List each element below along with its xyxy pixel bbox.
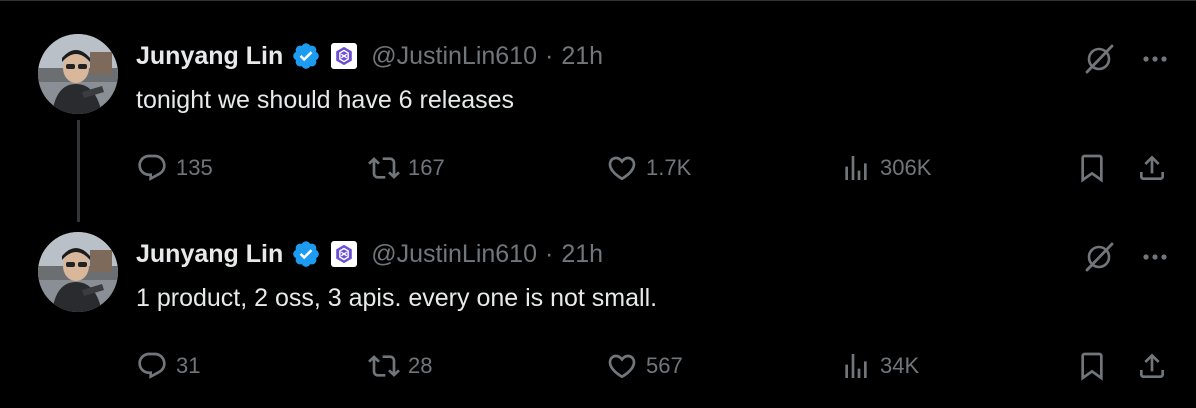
like-button[interactable]: 567 [606, 348, 683, 384]
more-options-icon[interactable] [1138, 242, 1172, 272]
timestamp[interactable]: 21h [561, 42, 603, 71]
like-count: 567 [646, 353, 683, 378]
top-divider [0, 0, 1196, 1]
grok-icon[interactable] [1082, 240, 1116, 274]
share-button[interactable] [1136, 348, 1168, 384]
views-chart-icon [845, 354, 867, 378]
more-options-icon[interactable] [1138, 44, 1172, 74]
user-handle[interactable]: @JustinLin610 [371, 42, 537, 71]
like-button[interactable]: 1.7K [606, 150, 691, 186]
share-icon [1140, 353, 1164, 378]
avatar[interactable] [38, 34, 118, 114]
heart-icon [608, 354, 636, 379]
verified-badge-icon[interactable] [291, 239, 321, 269]
reply-icon [138, 154, 166, 181]
qwen-logo-icon[interactable] [331, 241, 358, 267]
like-count: 1.7K [646, 155, 692, 180]
repost-icon [368, 355, 400, 377]
avatar[interactable] [38, 232, 118, 312]
views-button[interactable]: 306K [840, 150, 931, 186]
reply-count: 135 [176, 155, 213, 180]
separator-dot: · [545, 41, 554, 70]
bookmark-button[interactable] [1076, 150, 1108, 186]
views-chart-icon [845, 156, 867, 180]
reply-count: 31 [176, 353, 201, 378]
repost-button[interactable]: 28 [368, 348, 432, 384]
separator-dot: · [545, 239, 554, 268]
tweet-text: tonight we should have 6 releases [136, 86, 515, 114]
bookmark-icon [1081, 154, 1103, 183]
repost-icon [368, 157, 400, 179]
user-handle[interactable]: @JustinLin610 [371, 240, 537, 269]
tweet-header: Junyang Lin @JustinLin610 · 21h [136, 236, 603, 272]
repost-count: 28 [408, 353, 433, 378]
bookmark-icon [1081, 352, 1103, 381]
grok-icon[interactable] [1082, 42, 1116, 76]
qwen-logo-icon[interactable] [331, 43, 358, 69]
heart-icon [608, 156, 636, 181]
reply-icon [138, 352, 166, 379]
repost-count: 167 [408, 155, 445, 180]
verified-badge-icon[interactable] [291, 41, 321, 71]
views-button[interactable]: 34K [840, 348, 919, 384]
repost-button[interactable]: 167 [368, 150, 445, 186]
share-button[interactable] [1136, 150, 1168, 186]
reply-button[interactable]: 135 [136, 150, 213, 186]
timestamp[interactable]: 21h [561, 240, 603, 269]
share-icon [1140, 155, 1164, 180]
bookmark-button[interactable] [1076, 348, 1108, 384]
views-count: 34K [880, 353, 920, 378]
tweet[interactable]: Junyang Lin @JustinLin610 · 21h [0, 20, 1196, 210]
tweet[interactable]: Junyang Lin @JustinLin610 · 21h [0, 218, 1196, 408]
reply-button[interactable]: 31 [136, 348, 200, 384]
views-count: 306K [880, 155, 932, 180]
display-name[interactable]: Junyang Lin [136, 240, 283, 269]
display-name[interactable]: Junyang Lin [136, 42, 283, 71]
tweet-header: Junyang Lin @JustinLin610 · 21h [136, 38, 603, 74]
tweet-text: 1 product, 2 oss, 3 apis. every one is n… [136, 284, 658, 312]
